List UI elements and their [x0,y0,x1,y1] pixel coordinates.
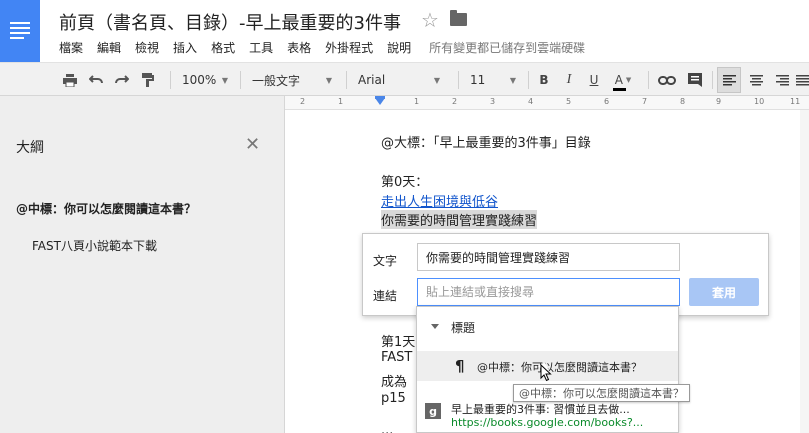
doc-ellipsis: ... [381,423,394,433]
doc-page-ref: p15 [381,391,406,406]
link-icon[interactable] [656,63,678,97]
section-label: 標題 [451,321,476,335]
doc-heading: @大標：「早上最重要的3件事」目錄 [381,136,591,151]
font-value: Arial [358,73,386,87]
paint-format-icon[interactable] [138,63,158,97]
menu-file[interactable]: 檔案 [59,39,83,56]
italic-button[interactable]: I [560,63,578,97]
outline-pane: 大綱 ✕ @中標：你可以怎麼閱讀這本書？ FAST八頁小說範本下載 [0,96,285,433]
doc-fast: FAST [381,350,413,365]
ruler-number: 1 [414,97,420,106]
align-justify-icon[interactable] [795,63,809,97]
vertical-scrollbar[interactable] [800,110,809,433]
align-right-icon[interactable] [771,63,793,97]
text-color-letter: A [614,73,623,87]
font-size-select[interactable]: 11 ▼ [470,63,516,97]
chevron-down-icon [431,324,439,329]
chevron-down-icon: ▼ [509,76,516,85]
bold-button[interactable]: B [535,63,553,97]
doc-link[interactable]: 走出人生困境與低谷 [381,191,498,210]
menu-insert[interactable]: 插入 [173,39,197,56]
suggestion-web-item[interactable]: g 早上最重要的3件事: 習慣並且去做... https://books.goo… [417,397,678,431]
ruler-number: 7 [642,97,648,106]
comment-icon[interactable] [684,63,706,97]
menu-addons[interactable]: 外掛程式 [325,39,373,56]
print-icon[interactable] [60,63,80,97]
ruler-number: 6 [604,97,610,106]
chevron-down-icon: ▼ [433,76,440,85]
ruler-number: 10 [754,97,765,106]
underline-button[interactable]: U [585,63,603,97]
ruler-number: 11 [790,97,801,106]
link-text-input[interactable] [417,243,680,271]
zoom-value: 100% [182,73,217,87]
menu-view[interactable]: 檢視 [135,39,159,56]
link-dialog: 文字 連結 套用 [362,233,769,316]
paragraph-style-select[interactable]: 一般文字 ▼ [252,63,332,97]
ruler-number: 3 [490,97,496,106]
close-icon[interactable]: ✕ [245,134,260,155]
outline-item[interactable]: @中標：你可以怎麼閱讀這本書？ [16,200,196,217]
chevron-down-icon: ▼ [325,76,332,85]
suggestion-section-headings[interactable]: 標題 [417,313,678,341]
suggestion-heading-text: @中標：你可以怎麼閱讀這本書？ [477,361,642,374]
text-label: 文字 [373,254,398,268]
ruler-number: 9 [716,97,722,106]
menu-format[interactable]: 格式 [211,39,235,56]
menu-edit[interactable]: 編輯 [97,39,121,56]
doc-day1: 第1天 [381,335,416,350]
link-label: 連結 [373,289,398,303]
doc-day0: 第0天： [381,175,429,190]
ruler-number: 4 [528,97,534,106]
ruler-number: 5 [566,97,572,106]
align-left-icon[interactable] [717,67,741,93]
ruler[interactable]: 2 1 1 2 3 4 5 6 7 8 9 10 11 [285,96,809,110]
doc-selected-text: 你需要的時間管理實踐練習 [381,210,538,229]
document-title[interactable]: 前頁（書名頁、目錄）-早上最重要的3件事 [59,9,401,35]
google-docs-window: 前頁（書名頁、目錄）-早上最重要的3件事 ☆ 檔案 編輯 檢視 插入 格式 工具… [0,0,809,433]
ruler-number: 2 [452,97,458,106]
zoom-select[interactable]: 100% ▼ [182,63,228,97]
style-value: 一般文字 [252,73,301,88]
pilcrow-icon: ¶ [455,357,465,375]
suggestion-web-title: 早上最重要的3件事: 習慣並且去做... [451,403,630,416]
outline-item[interactable]: FAST八頁小說範本下載 [32,237,157,254]
ruler-number: 1 [338,97,344,106]
star-icon[interactable]: ☆ [421,8,439,32]
outline-title: 大綱 [16,140,44,156]
app-header: 前頁（書名頁、目錄）-早上最重要的3件事 ☆ 檔案 編輯 檢視 插入 格式 工具… [0,0,809,62]
suggestion-web-url: https://books.google.com/books?... [451,416,644,429]
folder-icon[interactable] [450,10,467,26]
save-status[interactable]: 所有變更都已儲存到雲端硬碟 [429,39,585,56]
menu-bar: 檔案 編輯 檢視 插入 格式 工具 表格 外掛程式 說明 所有變更都已儲存到雲端… [59,38,585,56]
font-select[interactable]: Arial ▼ [358,63,440,97]
undo-icon[interactable] [86,63,106,97]
menu-tools[interactable]: 工具 [249,39,273,56]
redo-icon[interactable] [112,63,132,97]
text-color-button[interactable]: A ▼ [612,63,634,97]
toolbar: 100% ▼ 一般文字 ▼ Arial ▼ 11 ▼ B I U A ▼ [0,62,809,96]
menu-table[interactable]: 表格 [287,39,311,56]
ruler-number: 8 [680,97,686,106]
menu-help[interactable]: 說明 [387,39,411,56]
apply-button[interactable]: 套用 [689,278,759,306]
left-indent-marker[interactable] [375,98,385,105]
chevron-down-icon: ▼ [625,76,632,84]
google-icon: g [425,403,441,419]
ruler-number: 2 [300,97,306,106]
doc-become: 成為 [381,375,408,390]
link-url-input[interactable] [417,278,680,306]
chevron-down-icon: ▼ [221,76,228,85]
size-value: 11 [470,73,486,87]
tooltip: @中標：你可以怎麼閱讀這本書？ [513,384,690,402]
docs-logo-icon[interactable] [0,0,40,62]
align-center-icon[interactable] [745,63,767,97]
